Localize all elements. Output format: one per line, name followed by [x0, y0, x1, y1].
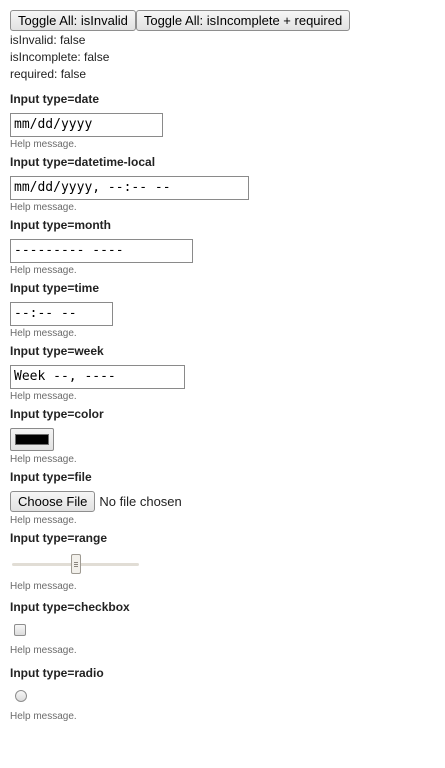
color-field: Input type=color Help message. — [10, 407, 435, 466]
file-input[interactable]: Choose File No file chosen — [10, 491, 435, 512]
file-field-label: Input type=file — [10, 470, 92, 484]
file-help: Help message. — [10, 515, 77, 526]
month-input[interactable]: --------- ---- — [10, 239, 193, 263]
toggle-invalid-button[interactable]: Toggle All: isInvalid — [10, 10, 136, 31]
checkbox-field: Input type=checkbox Help message. — [10, 600, 435, 657]
week-help: Help message. — [10, 391, 77, 402]
week-field: Input type=week Week --, ---- Help messa… — [10, 344, 435, 403]
checkbox-input[interactable] — [14, 624, 26, 636]
time-field-label: Input type=time — [10, 281, 100, 295]
checkbox-field-label: Input type=checkbox — [10, 600, 130, 614]
status-is-invalid: isInvalid: false — [10, 33, 86, 47]
form-demo: Toggle All: isInvalid Toggle All: isInco… — [10, 10, 435, 723]
month-field: Input type=month --------- ---- Help mes… — [10, 218, 435, 277]
range-field: Input type=range Help message. — [10, 531, 435, 593]
datetime-local-input[interactable]: mm/dd/yyyy, --:-- -- — [10, 176, 249, 200]
radio-input[interactable] — [15, 690, 27, 702]
file-status-text: No file chosen — [99, 494, 182, 509]
range-field-label: Input type=range — [10, 531, 108, 545]
toolbar: Toggle All: isInvalid Toggle All: isInco… — [10, 10, 435, 31]
date-field: Input type=date mm/dd/yyyy Help message. — [10, 92, 435, 151]
radio-help: Help message. — [10, 711, 77, 722]
month-field-label: Input type=month — [10, 218, 111, 232]
date-field-label: Input type=date — [10, 92, 100, 106]
radio-field-label: Input type=radio — [10, 666, 104, 680]
range-help: Help message. — [10, 581, 77, 592]
week-field-label: Input type=week — [10, 344, 104, 358]
range-thumb[interactable] — [71, 554, 81, 574]
color-swatch-fill — [15, 434, 49, 445]
date-input[interactable]: mm/dd/yyyy — [10, 113, 163, 137]
date-help: Help message. — [10, 139, 77, 150]
datetime-local-field: Input type=datetime-local mm/dd/yyyy, --… — [10, 155, 435, 214]
time-help: Help message. — [10, 328, 77, 339]
time-field: Input type=time --:-- -- Help message. — [10, 281, 435, 340]
color-help: Help message. — [10, 454, 77, 465]
status-panel: isInvalid: false isIncomplete: false req… — [10, 32, 435, 83]
range-slider[interactable] — [10, 554, 141, 576]
checkbox-help: Help message. — [10, 645, 77, 656]
status-required: required: false — [10, 67, 87, 81]
month-help: Help message. — [10, 265, 77, 276]
datetime-local-help: Help message. — [10, 202, 77, 213]
file-field: Input type=file Choose File No file chos… — [10, 470, 435, 527]
color-field-label: Input type=color — [10, 407, 104, 421]
choose-file-button[interactable]: Choose File — [10, 491, 96, 512]
week-input[interactable]: Week --, ---- — [10, 365, 185, 389]
toggle-incomplete-required-button[interactable]: Toggle All: isIncomplete + required — [135, 10, 351, 31]
color-input[interactable] — [10, 428, 54, 451]
time-input[interactable]: --:-- -- — [10, 302, 113, 326]
datetime-local-field-label: Input type=datetime-local — [10, 155, 156, 169]
radio-field: Input type=radio Help message. — [10, 666, 435, 723]
status-is-incomplete: isIncomplete: false — [10, 50, 110, 64]
